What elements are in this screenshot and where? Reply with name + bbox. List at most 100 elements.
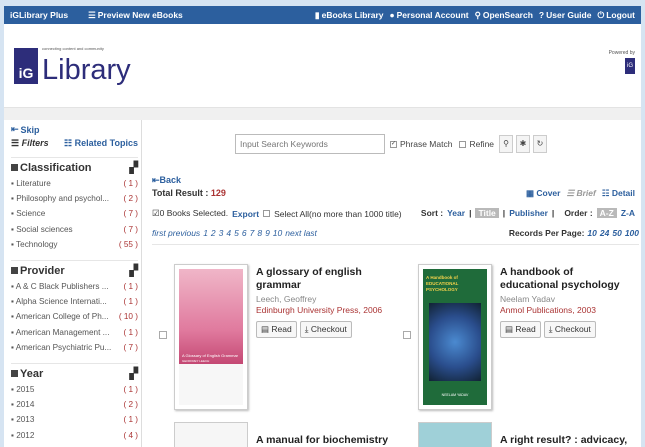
page-link[interactable]: 8: [257, 228, 262, 238]
collapse-icon[interactable]: ▞: [130, 367, 138, 380]
book-title[interactable]: A glossary of english grammar: [256, 266, 384, 292]
classification-section: Classification ▞ ▪ Literature( 1 ) ▪ Phi…: [11, 157, 138, 252]
related-topics-tab[interactable]: ☷ Related Topics: [64, 138, 138, 149]
page-link[interactable]: 2: [211, 228, 216, 238]
page-link[interactable]: 7: [250, 228, 255, 238]
powered-by-logo: iG: [625, 58, 635, 74]
filter-item[interactable]: ▪ 2015( 1 ): [11, 382, 138, 397]
search-icon: ⚲: [474, 9, 481, 20]
sort-year[interactable]: Year: [447, 208, 465, 218]
select-all-checkbox[interactable]: [263, 210, 271, 217]
collapse-icon[interactable]: ▞: [130, 161, 138, 174]
checkout-button[interactable]: ⤓ Checkout: [299, 321, 352, 338]
brand-link[interactable]: iGLibrary Plus: [10, 10, 68, 20]
detail-icon: ☷: [601, 188, 610, 198]
brief-view-button[interactable]: ☰ Brief: [566, 188, 595, 199]
page-link[interactable]: 10: [273, 228, 282, 238]
filters-tab[interactable]: ☰ Filters: [11, 138, 49, 149]
back-link[interactable]: ⇤Back: [152, 175, 181, 186]
gear-icon: ✱: [519, 139, 527, 148]
book-card: A Glossary of English Grammar GEOFFREY L…: [156, 256, 396, 410]
filter-item[interactable]: ▪ 2013( 1 ): [11, 412, 138, 427]
page-link[interactable]: 5: [234, 228, 239, 238]
page-link[interactable]: 9: [265, 228, 270, 238]
page-link[interactable]: 1: [203, 228, 208, 238]
filter-item[interactable]: ▪ 2014( 2 ): [11, 397, 138, 412]
refine-checkbox[interactable]: [459, 140, 467, 148]
provider-section: Provider ▞ ▪ A & C Black Publishers ...(…: [11, 260, 138, 355]
filter-item[interactable]: ▪ Technology( 55 ): [11, 237, 138, 252]
bullet-icon: ▪: [11, 342, 14, 352]
order-asc[interactable]: A-Z: [596, 208, 617, 218]
perpage-option[interactable]: 24: [600, 228, 609, 238]
ebooks-library-link[interactable]: ▮ eBooks Library: [315, 10, 384, 21]
phrase-match-option[interactable]: ✓ Phrase Match: [390, 139, 452, 149]
book-select-checkbox[interactable]: [159, 331, 167, 339]
preview-ebooks-link[interactable]: ☰ Preview New eBooks: [88, 10, 183, 21]
pager: first previous 1 2 3 4 5 6 7 8 9 10 next…: [152, 228, 317, 238]
selected-count: ☑0 Books Selected.: [152, 208, 229, 218]
book-title[interactable]: A handbook of educational psychology: [500, 266, 628, 292]
grid-icon: ▦: [525, 188, 534, 198]
order-desc[interactable]: Z-A: [621, 208, 635, 218]
skip-link[interactable]: ⇤ Skip: [11, 124, 138, 135]
iglibrary-logo[interactable]: iG connecting content and community Libr…: [14, 38, 132, 94]
detail-view-button[interactable]: ☷ Detail: [602, 188, 635, 199]
bullet-icon: ▪: [11, 430, 14, 440]
cover-view-button[interactable]: ▦ Cover: [526, 188, 561, 199]
pager-next-last[interactable]: next last: [285, 228, 317, 238]
records-per-page: Records Per Page: 10 24 50 100: [508, 228, 639, 238]
book-title[interactable]: A manual for biochemistry: [256, 434, 388, 447]
back-icon: ⇤: [152, 175, 160, 185]
logout-link[interactable]: ⏻ Logout: [597, 10, 635, 21]
filter-item[interactable]: ▪ American College of Ph...( 10 ): [11, 309, 138, 324]
perpage-option[interactable]: 100: [625, 228, 639, 238]
filter-item[interactable]: ▪ Literature( 1 ): [11, 176, 138, 191]
pagination-row: first previous 1 2 3 4 5 6 7 8 9 10 next…: [152, 228, 639, 245]
refine-option[interactable]: Refine: [459, 139, 494, 149]
help-icon: ?: [538, 10, 545, 20]
user-guide-link[interactable]: ? User Guide: [539, 10, 592, 20]
filter-item[interactable]: ▪ A & C Black Publishers ...( 1 ): [11, 279, 138, 294]
bullet-icon: ▪: [11, 312, 14, 322]
book-cover[interactable]: [174, 422, 248, 447]
book-cover[interactable]: [418, 422, 492, 447]
reset-search-button[interactable]: ↻: [533, 135, 548, 153]
book-title[interactable]: A right result? : advicacy,: [500, 434, 627, 447]
perpage-option[interactable]: 50: [612, 228, 621, 238]
page-link[interactable]: 4: [226, 228, 231, 238]
checkout-button[interactable]: ⤓ Checkout: [543, 321, 596, 338]
opensearch-link[interactable]: ⚲ OpenSearch: [475, 10, 533, 21]
book-select-checkbox[interactable]: [403, 331, 411, 339]
collapse-icon[interactable]: ▞: [130, 264, 138, 277]
refresh-icon: ↻: [536, 139, 544, 148]
advanced-search-button[interactable]: ✱: [516, 135, 531, 153]
filter-item[interactable]: ▪ Science( 7 ): [11, 206, 138, 221]
search-button[interactable]: ⚲: [499, 135, 514, 153]
sort-publisher[interactable]: Publisher: [509, 208, 548, 218]
filter-item[interactable]: ▪ American Psychiatric Pu...( 7 ): [11, 340, 138, 355]
book-cover[interactable]: A Glossary of English Grammar GEOFFREY L…: [174, 264, 248, 410]
read-button[interactable]: ▤ Read: [256, 321, 297, 338]
sort-title[interactable]: Title: [475, 208, 499, 218]
perpage-option[interactable]: 10: [587, 228, 596, 238]
filter-item[interactable]: ▪ Philosophy and psychol...( 2 ): [11, 191, 138, 206]
export-link[interactable]: Export: [232, 209, 259, 219]
bullet-icon: ▪: [11, 415, 14, 425]
page-link[interactable]: 3: [219, 228, 224, 238]
skip-icon: ⇤: [11, 124, 19, 134]
filter-item[interactable]: ▪ Alpha Science Internati...( 1 ): [11, 294, 138, 309]
provider-icon: [11, 267, 18, 275]
filter-item[interactable]: ▪ American Management ...( 1 ): [11, 325, 138, 340]
book-author: Leech, Geoffrey: [256, 294, 317, 304]
book-publisher: Anmol Publications, 2003: [500, 305, 596, 315]
filter-item[interactable]: ▪ 2012( 4 ): [11, 428, 138, 443]
search-input[interactable]: [235, 134, 385, 154]
phrase-match-checkbox[interactable]: ✓: [390, 140, 397, 148]
page-link[interactable]: 6: [242, 228, 247, 238]
personal-account-link[interactable]: ● Personal Account: [390, 10, 469, 20]
book-cover[interactable]: A Handbook of EDUCATIONAL PSYCHOLOGY NEE…: [418, 264, 492, 410]
filter-item[interactable]: ▪ Social sciences( 7 ): [11, 222, 138, 237]
read-button[interactable]: ▤ Read: [500, 321, 541, 338]
pager-first-prev[interactable]: first previous: [152, 228, 200, 238]
